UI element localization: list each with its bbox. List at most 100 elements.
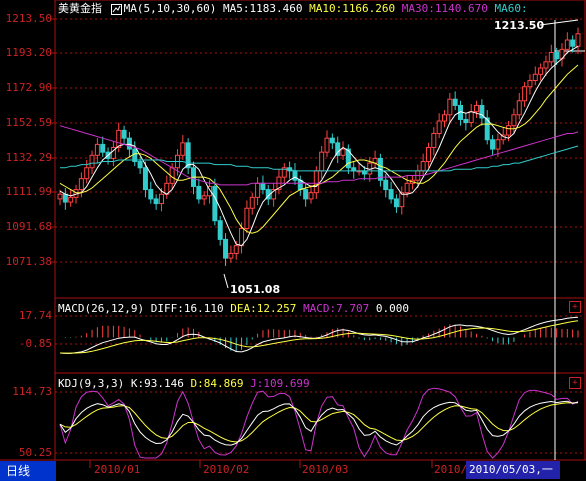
candle-body — [94, 143, 100, 156]
candle-body — [244, 207, 250, 230]
candle-body — [527, 80, 533, 88]
candle-body — [212, 185, 218, 222]
instrument-title: 美黄金指 — [58, 2, 102, 15]
candle-body — [313, 170, 319, 194]
period-button[interactable]: 日线 — [0, 461, 56, 481]
candle-body — [431, 132, 437, 149]
candle-body — [223, 238, 229, 259]
candle-body — [137, 161, 143, 169]
ma-label: MA(5,10,30,60) — [123, 2, 217, 15]
candle-body — [308, 192, 314, 200]
candle-body — [121, 129, 127, 139]
ma10-value: MA10:1166.260 — [309, 2, 396, 15]
kdj-j: J:109.699 — [250, 377, 310, 390]
candle-body — [329, 137, 335, 144]
y-tick: 1193.20 — [5, 46, 52, 59]
y-tick: 1213.50 — [5, 12, 52, 25]
candle-body — [506, 125, 512, 136]
candle-body — [570, 39, 576, 47]
candle-body — [255, 182, 261, 198]
macd-panel-plus-icon[interactable]: + — [569, 301, 581, 313]
candle-body — [148, 189, 154, 200]
ma60-value: MA60: — [494, 2, 528, 15]
candle-body — [543, 61, 549, 69]
candle-body — [158, 193, 164, 205]
cursor-date: 2010/05/03,一 — [466, 461, 560, 479]
macd-header: MACD(26,12,9) DIFF:16.110 DEA:12.257 MAC… — [58, 302, 409, 315]
candle-body — [538, 67, 544, 75]
kdj-d: D:84.869 — [190, 377, 244, 390]
candle-body — [303, 189, 309, 200]
candle-body — [468, 111, 474, 124]
kdj-header: KDJ(9,3,3) K:93.146 D:84.869 J:109.699 — [58, 377, 310, 390]
low-annotation: 1051.08 — [230, 283, 281, 296]
candle-body — [564, 39, 570, 50]
candle-body — [260, 182, 266, 191]
candle-body — [68, 196, 74, 203]
x-tick: 2010/03 — [302, 463, 349, 476]
candle-body — [511, 114, 517, 127]
kdj-j-line — [59, 387, 579, 459]
candle-body — [228, 252, 234, 259]
kdj-panel-plus-icon[interactable]: + — [569, 377, 581, 389]
candle-body — [180, 142, 186, 156]
x-tick: 2010/02 — [203, 463, 250, 476]
low-annotation-pointer — [223, 273, 229, 289]
candle-body — [89, 154, 95, 169]
y-tick: 1152.59 — [5, 116, 52, 129]
candle-body — [441, 114, 447, 122]
kdj-k: K:93.146 — [130, 377, 184, 390]
candle-body — [100, 143, 106, 153]
candle-body — [126, 137, 132, 150]
candle-body — [319, 151, 325, 172]
macd-dea: DEA:12.257 — [230, 302, 297, 315]
price-chart[interactable] — [0, 0, 586, 481]
candle-body — [142, 167, 148, 191]
kdj-y-tick: 114.73 — [12, 385, 52, 398]
macd-diff: DIFF:16.110 — [150, 302, 224, 315]
chart-type-icon[interactable] — [110, 3, 122, 15]
ma30-value: MA30:1140.670 — [401, 2, 488, 15]
kdj-label: KDJ(9,3,3) — [58, 377, 125, 390]
stock-chart-window: 美黄金指 MA(5,10,30,60) MA5:1183.460 MA10:11… — [0, 0, 586, 481]
macd-dea-line — [59, 320, 579, 354]
candle-body — [249, 196, 255, 209]
y-tick: 1172.90 — [5, 81, 52, 94]
kdj-y-tick: 50.25 — [18, 446, 52, 459]
macd-value: MACD:7.707 — [303, 302, 370, 315]
candle-body — [474, 104, 480, 113]
candle-body — [383, 179, 389, 191]
y-tick: 1091.68 — [5, 220, 52, 233]
candle-body — [84, 167, 90, 180]
candle-body — [201, 195, 207, 200]
candle-body — [233, 245, 239, 254]
macd-y-tick: -0.85 — [18, 337, 52, 350]
candle-body — [522, 86, 528, 102]
candle-body — [340, 148, 346, 156]
candle-body — [404, 182, 410, 194]
candle-body — [217, 220, 223, 240]
candle-body — [185, 142, 191, 169]
macd-label: MACD(26,12,9) — [58, 302, 145, 315]
candle-body — [495, 139, 501, 150]
candle-body — [452, 98, 458, 106]
candle-body — [324, 137, 330, 153]
candle-body — [297, 179, 303, 191]
candle-body — [78, 178, 84, 191]
candle-body — [532, 73, 538, 82]
candle-body — [393, 198, 399, 208]
candle-body — [575, 33, 581, 47]
main-header: 美黄金指 MA(5,10,30,60) MA5:1183.460 MA10:11… — [58, 2, 528, 15]
macd-y-tick: 17.74 — [18, 309, 52, 322]
candle-body — [388, 189, 394, 200]
candle-body — [153, 198, 159, 205]
candle-body — [196, 185, 202, 200]
high-annotation-pointer — [539, 19, 579, 26]
x-tick: 2010/01 — [94, 463, 141, 476]
y-tick: 1132.29 — [5, 151, 52, 164]
candle-body — [420, 161, 426, 172]
candle-body — [554, 51, 560, 60]
kdj-k-line — [59, 400, 579, 446]
ma5-value: MA5:1183.460 — [222, 2, 303, 15]
candle-body — [436, 120, 442, 134]
